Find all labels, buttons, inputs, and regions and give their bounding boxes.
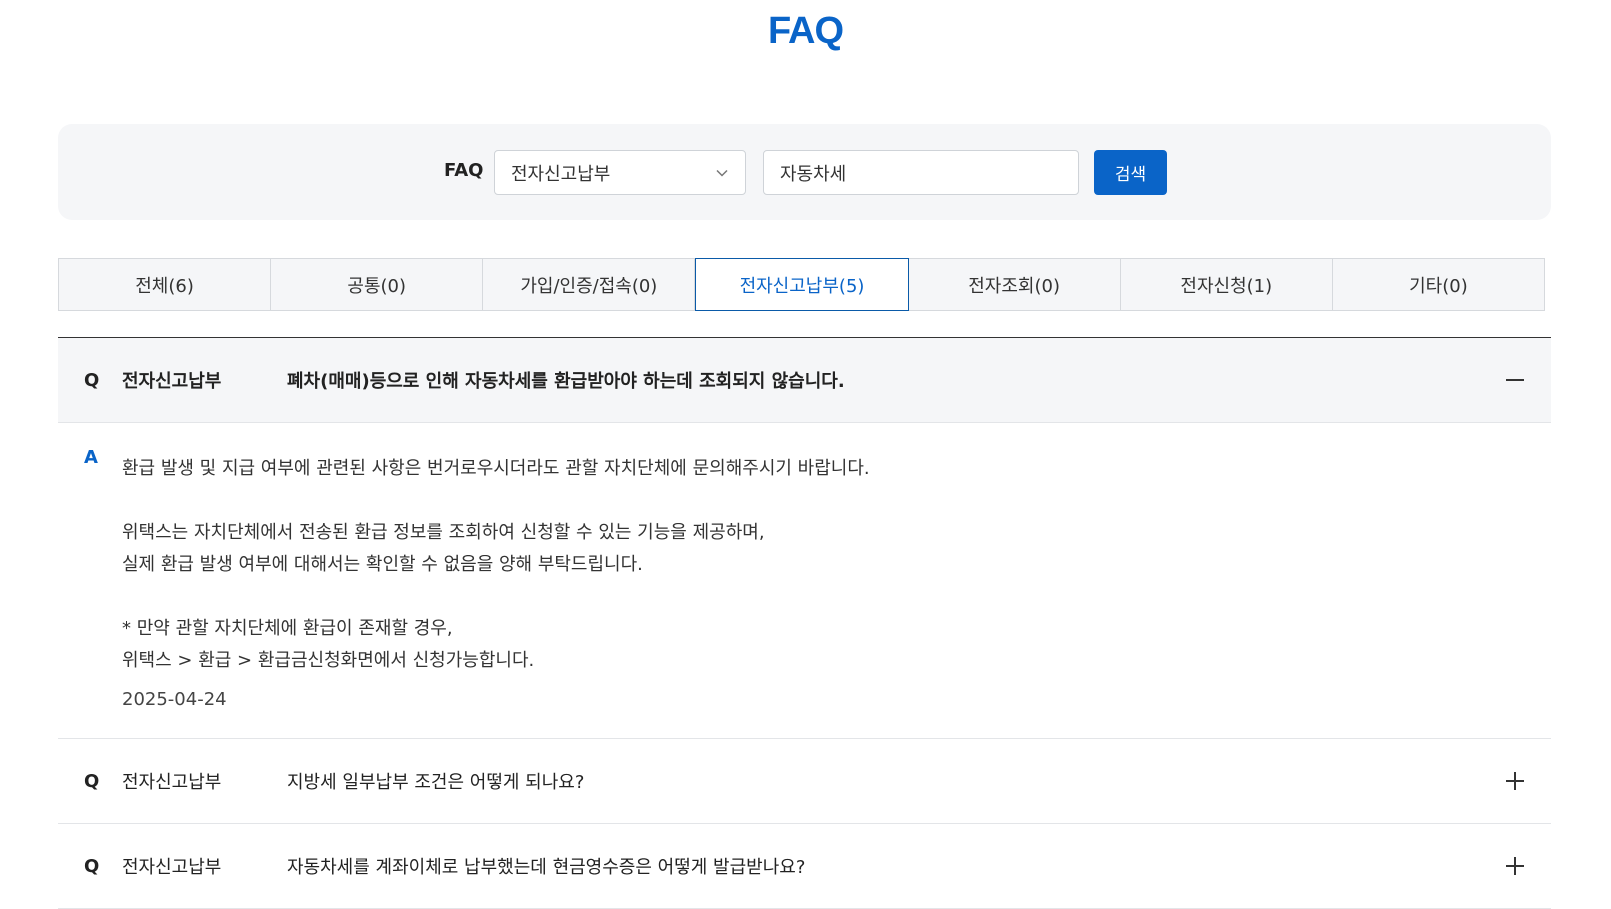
question-category: 전자신고납부 xyxy=(122,857,222,878)
answer-mark: A xyxy=(84,447,98,468)
tab-all[interactable]: 전체(6) xyxy=(59,259,272,310)
faq-question-row[interactable]: Q 전자신고납부 지방세 일부납부 조건은 어떻게 되나요? xyxy=(58,739,1551,824)
question-mark: Q xyxy=(84,855,100,877)
answer-date: 2025-04-24 xyxy=(122,689,227,710)
faq-question-row[interactable]: Q 전자신고납부 자동차세를 계좌이체로 납부했는데 현금영수증은 어떻게 발급… xyxy=(58,824,1551,909)
search-input[interactable] xyxy=(763,150,1079,195)
tab-e-filing-payment[interactable]: 전자신고납부(5) xyxy=(695,258,909,311)
faq-list: Q 전자신고납부 폐차(매매)등으로 인해 자동차세를 환급받아야 하는데 조회… xyxy=(58,337,1551,909)
question-mark: Q xyxy=(84,369,100,391)
answer-line: 실제 환급 발생 여부에 대해서는 확인할 수 없음을 양해 부탁드립니다. xyxy=(122,554,643,575)
category-tabs: 전체(6) 공통(0) 가입/인증/접속(0) 전자신고납부(5) 전자조회(0… xyxy=(58,258,1545,311)
question-category: 전자신고납부 xyxy=(122,772,222,793)
answer-line: 위택스는 자치단체에서 전송된 환급 정보를 조회하여 신청할 수 있는 기능을… xyxy=(122,522,765,543)
tab-common[interactable]: 공통(0) xyxy=(271,259,484,310)
answer-line: 위택스 > 환급 > 환급금신청화면에서 신청가능합니다. xyxy=(122,650,535,671)
search-label: FAQ xyxy=(444,160,484,181)
tab-e-application[interactable]: 전자신청(1) xyxy=(1121,259,1333,310)
answer-paragraph: 환급 발생 및 지급 여부에 관련된 사항은 번거로우시더라도 관할 자치단체에… xyxy=(122,458,870,479)
question-text: 폐차(매매)등으로 인해 자동차세를 환급받아야 하는데 조회되지 않습니다. xyxy=(287,371,845,392)
category-select-value: 전자신고납부 xyxy=(511,163,611,185)
question-text: 지방세 일부납부 조건은 어떻게 되나요? xyxy=(287,772,585,793)
page-title: FAQ xyxy=(767,10,844,52)
question-text: 자동차세를 계좌이체로 납부했는데 현금영수증은 어떻게 발급받나요? xyxy=(287,857,806,878)
faq-question-row[interactable]: Q 전자신고납부 폐차(매매)등으로 인해 자동차세를 환급받아야 하는데 조회… xyxy=(58,338,1551,423)
tab-e-inquiry[interactable]: 전자조회(0) xyxy=(909,259,1121,310)
answer-line: * 만약 관할 자치단체에 환급이 존재할 경우, xyxy=(122,618,453,639)
plus-icon[interactable] xyxy=(1505,856,1525,876)
question-category: 전자신고납부 xyxy=(122,371,222,392)
faq-answer: A 환급 발생 및 지급 여부에 관련된 사항은 번거로우시더라도 관할 자치단… xyxy=(58,423,1551,739)
minus-icon[interactable] xyxy=(1505,370,1525,390)
chevron-down-icon xyxy=(716,169,728,177)
tab-other[interactable]: 기타(0) xyxy=(1333,259,1544,310)
tab-signup-auth-access[interactable]: 가입/인증/접속(0) xyxy=(483,259,696,310)
question-mark: Q xyxy=(84,770,100,792)
plus-icon[interactable] xyxy=(1505,771,1525,791)
category-select[interactable]: 전자신고납부 xyxy=(494,150,746,195)
search-button[interactable]: 검색 xyxy=(1094,150,1167,195)
